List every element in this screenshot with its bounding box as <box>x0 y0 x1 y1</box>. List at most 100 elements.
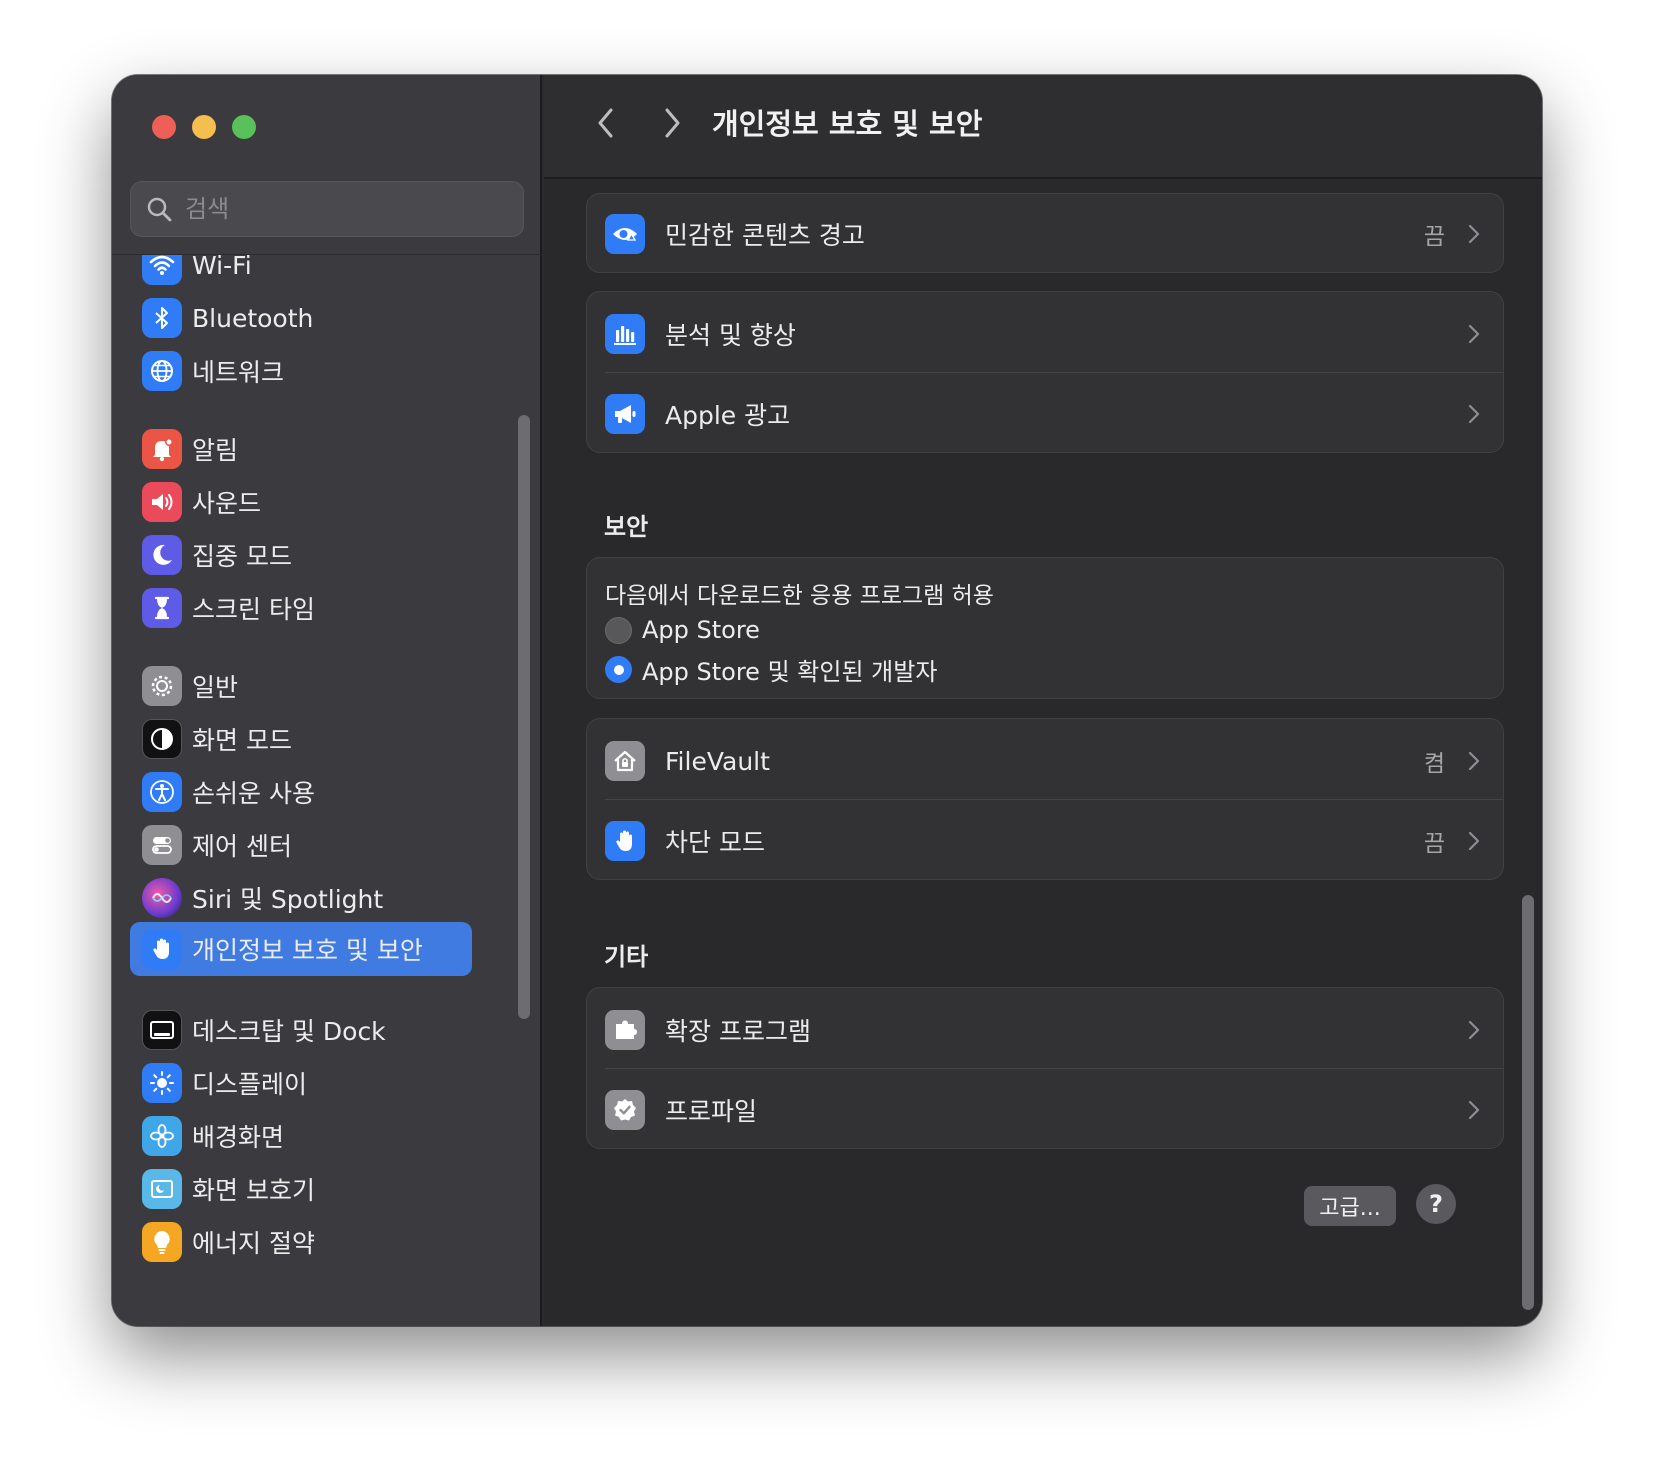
sidebar-item-general[interactable]: 일반 <box>132 658 490 714</box>
sidebar-item-label: 집중 모드 <box>192 542 292 571</box>
sidebar-item-label: 배경화면 <box>192 1123 285 1152</box>
back-button[interactable] <box>586 103 626 143</box>
sidebar: Wi-Fi Bluetooth 네트워크 알림 <box>112 75 542 1326</box>
siri-icon <box>142 878 182 918</box>
sidebar-item-label: 화면 보호기 <box>192 1176 315 1205</box>
main-scrollbar[interactable] <box>1522 895 1534 1310</box>
sidebar-item-bluetooth[interactable]: Bluetooth <box>132 290 490 346</box>
row-value: 끔 <box>1423 831 1445 857</box>
wifi-icon <box>142 255 182 285</box>
lockdown-row[interactable]: 차단 모드 끔 <box>587 799 1503 883</box>
radio-app-store[interactable]: App Store <box>605 616 760 644</box>
advanced-button[interactable]: 고급... <box>1304 1186 1396 1226</box>
close-button[interactable] <box>152 115 176 139</box>
sidebar-list: Wi-Fi Bluetooth 네트워크 알림 사운드 집중 모드 스크린 타임… <box>112 255 542 1326</box>
search-icon <box>147 197 172 222</box>
sidebar-item-label: 화면 모드 <box>192 726 292 755</box>
eye-warning-icon <box>605 214 645 254</box>
row-label: FileVault <box>665 746 770 776</box>
row-label: 차단 모드 <box>665 828 765 857</box>
sidebar-item-wifi[interactable]: Wi-Fi <box>132 255 490 293</box>
settings-window: Wi-Fi Bluetooth 네트워크 알림 <box>112 75 1542 1326</box>
bluetooth-icon <box>142 298 182 338</box>
apple-ads-row[interactable]: Apple 광고 <box>587 372 1503 456</box>
analytics-row[interactable]: 분석 및 향상 <box>587 292 1503 376</box>
radio-app-store-identified[interactable]: App Store 및 확인된 개발자 <box>605 652 937 687</box>
radio-button[interactable] <box>605 616 632 644</box>
sidebar-item-appearance[interactable]: 화면 모드 <box>132 711 490 767</box>
radio-button-selected[interactable] <box>605 656 632 683</box>
bell-icon <box>142 429 182 469</box>
help-button[interactable]: ? <box>1416 1184 1456 1224</box>
row-value: 켬 <box>1423 751 1445 777</box>
row-label: 분석 및 향상 <box>665 321 796 350</box>
sensitive-content-row[interactable]: 민감한 콘텐츠 경고 끔 <box>587 192 1503 276</box>
sidebar-item-label: 알림 <box>192 436 239 465</box>
page-title: 개인정보 보호 및 보안 <box>712 107 983 141</box>
sidebar-item-screen-time[interactable]: 스크린 타임 <box>132 580 490 636</box>
analytics-ads-group: 분석 및 향상 Apple 광고 <box>586 291 1504 453</box>
chevron-right-icon <box>1468 1020 1480 1040</box>
hand-icon <box>605 821 645 861</box>
gatekeeper-title: 다음에서 다운로드한 응용 프로그램 허용 <box>605 583 994 609</box>
hourglass-icon <box>142 588 182 628</box>
row-label: 민감한 콘텐츠 경고 <box>665 221 865 250</box>
globe-icon <box>142 351 182 391</box>
row-label: 확장 프로그램 <box>665 1017 811 1046</box>
accessibility-icon <box>142 772 182 812</box>
sidebar-scrollbar[interactable] <box>518 415 530 1019</box>
sidebar-item-label: Wi-Fi <box>192 255 252 280</box>
screensaver-icon <box>142 1169 182 1209</box>
dock-icon <box>142 1010 182 1050</box>
sidebar-item-desktop-dock[interactable]: 데스크탑 및 Dock <box>132 1002 490 1058</box>
row-label: 프로파일 <box>665 1097 758 1126</box>
sidebar-item-control-center[interactable]: 제어 센터 <box>132 817 490 873</box>
sidebar-item-screen-saver[interactable]: 화면 보호기 <box>132 1161 490 1217</box>
sidebar-item-notifications[interactable]: 알림 <box>132 421 490 477</box>
zoom-button[interactable] <box>232 115 256 139</box>
chevron-right-icon <box>1468 831 1480 851</box>
extensions-row[interactable]: 확장 프로그램 <box>587 988 1503 1072</box>
section-title-others: 기타 <box>604 943 649 971</box>
window-controls <box>152 115 256 139</box>
flower-icon <box>142 1116 182 1156</box>
sidebar-item-displays[interactable]: 디스플레이 <box>132 1055 490 1111</box>
sidebar-item-sound[interactable]: 사운드 <box>132 474 490 530</box>
puzzle-icon <box>605 1010 645 1050</box>
others-group: 확장 프로그램 프로파일 <box>586 987 1504 1149</box>
search-field[interactable] <box>130 181 524 237</box>
sidebar-item-label: 스크린 타임 <box>192 595 315 624</box>
radio-label: App Store 및 확인된 개발자 <box>642 658 938 686</box>
chevron-right-icon <box>1468 751 1480 771</box>
filevault-row[interactable]: FileVault 켬 <box>587 719 1503 803</box>
chevron-left-icon <box>598 108 613 138</box>
sidebar-item-focus[interactable]: 집중 모드 <box>132 527 490 583</box>
sidebar-item-energy[interactable]: 에너지 절약 <box>132 1214 490 1270</box>
chevron-right-icon <box>1468 404 1480 424</box>
sidebar-item-siri[interactable]: Siri 및 Spotlight <box>132 870 490 926</box>
checkmark-badge-icon <box>605 1090 645 1130</box>
minimize-button[interactable] <box>192 115 216 139</box>
sidebar-item-label: 제어 센터 <box>192 832 292 861</box>
sidebar-item-accessibility[interactable]: 손쉬운 사용 <box>132 764 490 820</box>
forward-button[interactable] <box>652 103 692 143</box>
radio-label: App Store <box>642 616 760 644</box>
profiles-row[interactable]: 프로파일 <box>587 1068 1503 1152</box>
sidebar-item-wallpaper[interactable]: 배경화면 <box>132 1108 490 1164</box>
sidebar-item-label: Siri 및 Spotlight <box>192 885 384 914</box>
sidebar-item-network[interactable]: 네트워크 <box>132 343 490 399</box>
speaker-icon <box>142 482 182 522</box>
house-lock-icon <box>605 741 645 781</box>
sidebar-item-privacy-security[interactable]: 개인정보 보호 및 보안 <box>130 922 472 976</box>
sidebar-item-label: 손쉬운 사용 <box>192 779 315 808</box>
sidebar-item-label: Bluetooth <box>192 303 314 333</box>
chevron-right-icon <box>665 108 680 138</box>
appearance-icon <box>142 719 182 759</box>
hand-icon <box>142 929 182 969</box>
sidebar-item-label: 개인정보 보호 및 보안 <box>192 936 423 965</box>
lightbulb-icon <box>142 1222 182 1262</box>
moon-icon <box>142 535 182 575</box>
sidebar-item-label: 에너지 절약 <box>192 1229 315 1258</box>
search-input[interactable] <box>185 195 505 223</box>
sidebar-item-label: 디스플레이 <box>192 1070 308 1099</box>
